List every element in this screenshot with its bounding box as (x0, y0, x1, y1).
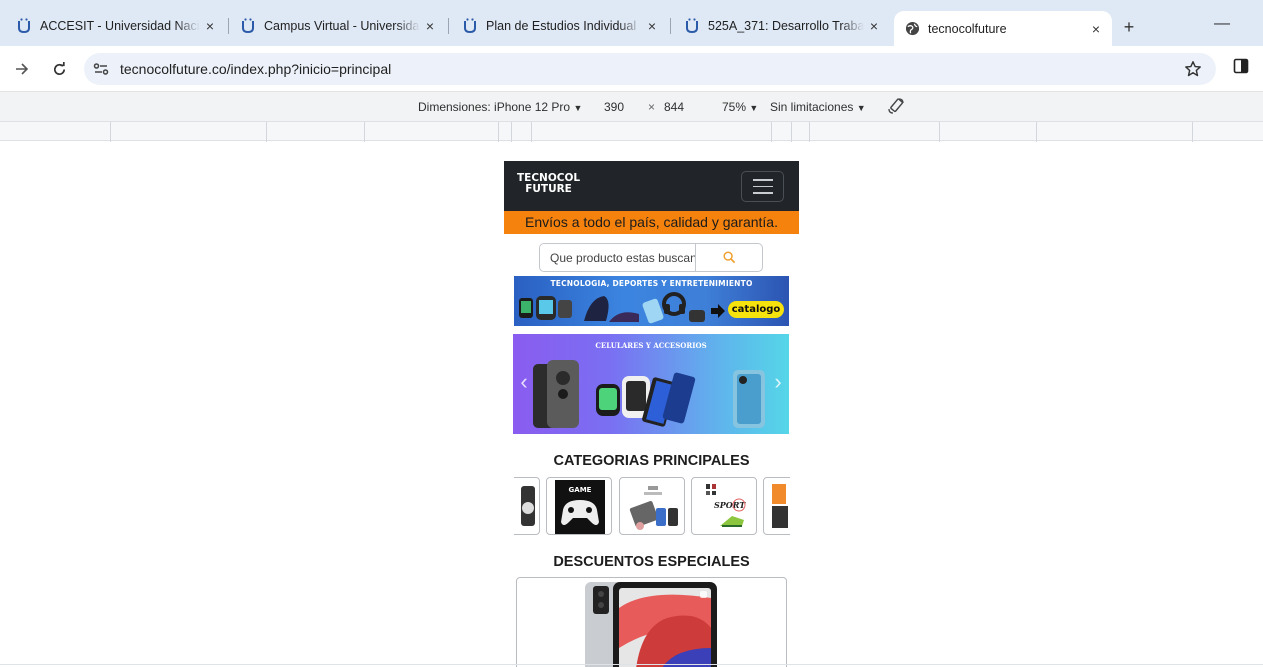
tab-title: ACCESIT - Universidad Nacional (40, 19, 200, 33)
discount-product-card[interactable] (516, 577, 787, 667)
site-logo[interactable]: TECNOCOL FUTURE (517, 173, 580, 195)
address-bar[interactable]: tecnocolfuture.co/index.php?inicio=princ… (84, 53, 1216, 85)
device-dimensions-select[interactable]: Dimensiones: iPhone 12 Pro ▼ (418, 100, 582, 114)
categories-heading: CATEGORIAS PRINCIPALES (553, 453, 750, 469)
search-input[interactable] (540, 244, 696, 271)
viewport-height-input[interactable]: 844 (664, 100, 684, 114)
tab-accesit[interactable]: ACCESIT - Universidad Nacional × (6, 11, 226, 41)
tab-separator (228, 18, 229, 34)
rotate-icon[interactable] (887, 97, 905, 118)
tab-title: 525A_371: Desarrollo Trabajo (708, 19, 864, 33)
unad-icon (16, 18, 32, 34)
reload-icon[interactable] (47, 57, 71, 81)
promo-banner: Envíos a todo el país, calidad y garantí… (504, 211, 799, 234)
catalog-banner[interactable]: TECNOLOGIA, DEPORTES Y ENTRETENIMIENTO c… (514, 276, 789, 326)
categories-carousel: GAME SPORT (514, 477, 790, 537)
tab-plan-estudios[interactable]: Plan de Estudios Individual × (452, 11, 668, 41)
minimize-button[interactable]: — (1212, 14, 1232, 34)
site-navbar: TECNOCOL FUTURE (504, 161, 799, 211)
category-card[interactable] (763, 477, 790, 535)
new-tab-button[interactable]: + (1117, 15, 1141, 39)
browser-tab-strip: ACCESIT - Universidad Nacional × Campus … (0, 0, 1263, 46)
zoom-value: 75% (722, 100, 747, 114)
dropdown-icon: ▼ (573, 103, 583, 113)
unad-icon (684, 18, 700, 34)
search-button[interactable] (696, 244, 762, 271)
globe-icon (904, 21, 920, 37)
category-card-game[interactable]: GAME (546, 477, 612, 535)
category-image (772, 484, 788, 528)
dropdown-icon: ▼ (749, 103, 759, 113)
tab-desarrollo-trabajo[interactable]: 525A_371: Desarrollo Trabajo × (674, 11, 890, 41)
throttle-select[interactable]: Sin limitaciones ▼ (770, 100, 866, 114)
tab-separator (670, 18, 671, 34)
category-image (521, 486, 535, 526)
throttle-value: Sin limitaciones (770, 100, 854, 114)
close-icon[interactable]: × (642, 16, 662, 36)
search-icon (722, 251, 735, 264)
catalog-button[interactable]: catalogo (728, 301, 784, 318)
devices-image (629, 486, 678, 530)
url-text[interactable]: tecnocolfuture.co/index.php?inicio=princ… (120, 61, 391, 77)
device-viewport: TECNOCOL FUTURE Envíos a todo el país, c… (504, 161, 799, 667)
tab-separator (448, 18, 449, 34)
device-toolbar: Dimensiones: iPhone 12 Pro ▼ 390 × 844 7… (0, 91, 1263, 121)
category-label: SPORT (714, 500, 746, 510)
category-label: GAME (569, 486, 592, 494)
brand-line2: FUTURE (525, 183, 572, 195)
divider (0, 664, 1263, 665)
close-icon[interactable]: × (420, 16, 440, 36)
dropdown-icon: ▼ (856, 103, 866, 113)
category-card[interactable] (514, 477, 540, 535)
tablet-product-image (585, 582, 717, 667)
zoom-select[interactable]: 75% ▼ (722, 100, 758, 114)
tab-title: Campus Virtual - Universidad (264, 19, 420, 33)
phones-image (533, 360, 765, 428)
unad-icon (462, 18, 478, 34)
phones-carousel: CELULARES Y ACCESORIOS ‹ › (513, 334, 789, 434)
sport-shoe-icon: SPORT (706, 484, 746, 527)
unad-icon (240, 18, 256, 34)
media-query-ruler (0, 121, 1263, 142)
bookmark-star-icon[interactable] (1181, 57, 1205, 81)
tab-tecnocolfuture[interactable]: tecnocolfuture × (894, 11, 1112, 46)
menu-toggle-button[interactable] (741, 171, 784, 202)
close-icon[interactable]: × (864, 16, 884, 36)
site-info-icon[interactable] (90, 58, 112, 80)
game-controller-icon: GAME (555, 480, 605, 534)
carousel-next-button[interactable]: › (771, 370, 785, 394)
side-panel-icon[interactable] (1233, 58, 1249, 74)
close-icon[interactable]: × (1086, 19, 1106, 39)
category-card-sport[interactable]: SPORT (691, 477, 757, 535)
tab-campus-virtual[interactable]: Campus Virtual - Universidad × (230, 11, 446, 41)
discounts-heading: DESCUENTOS ESPECIALES (553, 554, 750, 570)
category-card-tech[interactable] (619, 477, 685, 535)
search-form (539, 243, 763, 272)
device-dimensions-label: Dimensiones: iPhone 12 Pro (418, 100, 571, 114)
viewport-width-input[interactable]: 390 (604, 100, 624, 114)
times-glyph: × (648, 100, 656, 114)
tab-title: tecnocolfuture (928, 21, 1007, 36)
browser-toolbar: tecnocolfuture.co/index.php?inicio=princ… (0, 46, 1263, 91)
tab-title: Plan de Estudios Individual (486, 19, 637, 33)
hamburger-icon (752, 179, 773, 181)
carousel-prev-button[interactable]: ‹ (517, 370, 531, 394)
forward-arrow-icon[interactable] (10, 57, 34, 81)
close-icon[interactable]: × (200, 16, 220, 36)
